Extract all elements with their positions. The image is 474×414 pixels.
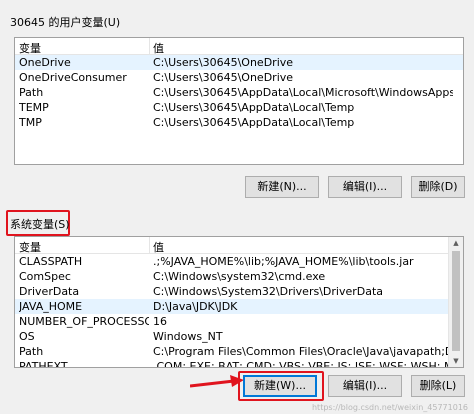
table-row[interactable]: PATHEXT .COM;.EXE;.BAT;.CMD;.VBS;.VBE;.J… xyxy=(15,359,463,368)
header-value[interactable]: 值 xyxy=(153,40,164,56)
column-divider[interactable] xyxy=(149,38,150,54)
user-list-header: 变量 值 xyxy=(15,38,463,55)
table-row[interactable]: DriverData C:\Windows\System32\Drivers\D… xyxy=(15,284,463,299)
table-row[interactable]: JAVA_HOME D:\Java\JDK\JDK xyxy=(15,299,449,314)
row-value: C:\Program Files\Common Files\Oracle\Jav… xyxy=(153,345,453,358)
system-list-header: 变量 值 xyxy=(15,237,463,254)
table-row[interactable]: NUMBER_OF_PROCESSORS 16 xyxy=(15,314,463,329)
row-value: Windows_NT xyxy=(153,330,223,343)
row-variable: DriverData xyxy=(19,285,80,298)
row-value: .;%JAVA_HOME%\lib;%JAVA_HOME%\lib\tools.… xyxy=(153,255,414,268)
system-delete-button[interactable]: 删除(L) xyxy=(411,375,465,397)
scroll-up-arrow[interactable]: ▲ xyxy=(449,237,463,249)
row-value: C:\Users\30645\OneDrive xyxy=(153,71,294,84)
row-value: .COM;.EXE;.BAT;.CMD;.VBS;.VBE;.JS;.JSE;.… xyxy=(153,360,453,368)
table-row[interactable]: ComSpec C:\Windows\system32\cmd.exe xyxy=(15,269,463,284)
header-variable[interactable]: 变量 xyxy=(19,40,41,56)
row-value: C:\Users\30645\AppData\Local\Microsoft\W… xyxy=(153,86,453,99)
row-variable: TMP xyxy=(19,116,42,129)
table-row[interactable]: Path C:\Users\30645\AppData\Local\Micros… xyxy=(15,85,463,100)
row-variable: CLASSPATH xyxy=(19,255,83,268)
table-row[interactable]: TMP C:\Users\30645\AppData\Local\Temp xyxy=(15,115,463,130)
column-divider[interactable] xyxy=(149,237,150,253)
row-variable: OneDriveConsumer xyxy=(19,71,127,84)
row-value: D:\Java\JDK\JDK xyxy=(153,300,238,313)
row-value: C:\Users\30645\AppData\Local\Temp xyxy=(153,116,355,129)
user-delete-button[interactable]: 删除(D) xyxy=(411,176,465,198)
row-variable: ComSpec xyxy=(19,270,71,283)
row-value: 16 xyxy=(153,315,167,328)
row-variable: NUMBER_OF_PROCESSORS xyxy=(19,315,149,328)
user-edit-button[interactable]: 编辑(I)... xyxy=(328,176,402,198)
table-row[interactable]: OneDriveConsumer C:\Users\30645\OneDrive xyxy=(15,70,463,85)
table-row[interactable]: Path C:\Program Files\Common Files\Oracl… xyxy=(15,344,463,359)
row-value: C:\Users\30645\OneDrive xyxy=(153,56,294,69)
header-variable[interactable]: 变量 xyxy=(19,239,41,255)
header-value[interactable]: 值 xyxy=(153,239,164,255)
system-variables-list[interactable]: 变量 值 CLASSPATH .;%JAVA_HOME%\lib;%JAVA_H… xyxy=(14,236,464,368)
row-value: C:\Windows\System32\Drivers\DriverData xyxy=(153,285,384,298)
user-variables-title: 30645 的用户变量(U) xyxy=(10,16,121,29)
row-variable: Path xyxy=(19,86,44,99)
table-row[interactable]: CLASSPATH .;%JAVA_HOME%\lib;%JAVA_HOME%\… xyxy=(15,254,463,269)
system-new-button[interactable]: 新建(W)... xyxy=(243,375,317,397)
table-row[interactable]: OneDrive C:\Users\30645\OneDrive xyxy=(15,55,463,70)
row-value: C:\Users\30645\AppData\Local\Temp xyxy=(153,101,355,114)
scroll-down-arrow[interactable]: ▼ xyxy=(449,355,463,367)
system-variables-title: 系统变量(S) xyxy=(10,218,70,231)
user-variables-list[interactable]: 变量 值 OneDrive C:\Users\30645\OneDrive On… xyxy=(14,37,464,165)
row-variable: TEMP xyxy=(19,101,49,114)
user-new-button[interactable]: 新建(N)... xyxy=(245,176,319,198)
table-row[interactable]: TEMP C:\Users\30645\AppData\Local\Temp xyxy=(15,100,463,115)
scrollbar-thumb[interactable] xyxy=(452,251,460,351)
row-variable: Path xyxy=(19,345,44,358)
watermark: https://blog.csdn.net/weixin_45771016 xyxy=(311,403,468,412)
row-variable: OS xyxy=(19,330,35,343)
system-edit-button[interactable]: 编辑(I)... xyxy=(328,375,402,397)
row-variable: PATHEXT xyxy=(19,360,68,368)
row-variable: JAVA_HOME xyxy=(19,300,83,313)
row-value: C:\Windows\system32\cmd.exe xyxy=(153,270,326,283)
table-row[interactable]: OS Windows_NT xyxy=(15,329,463,344)
row-variable: OneDrive xyxy=(19,56,71,69)
vertical-scrollbar[interactable]: ▲ ▼ xyxy=(448,237,463,367)
